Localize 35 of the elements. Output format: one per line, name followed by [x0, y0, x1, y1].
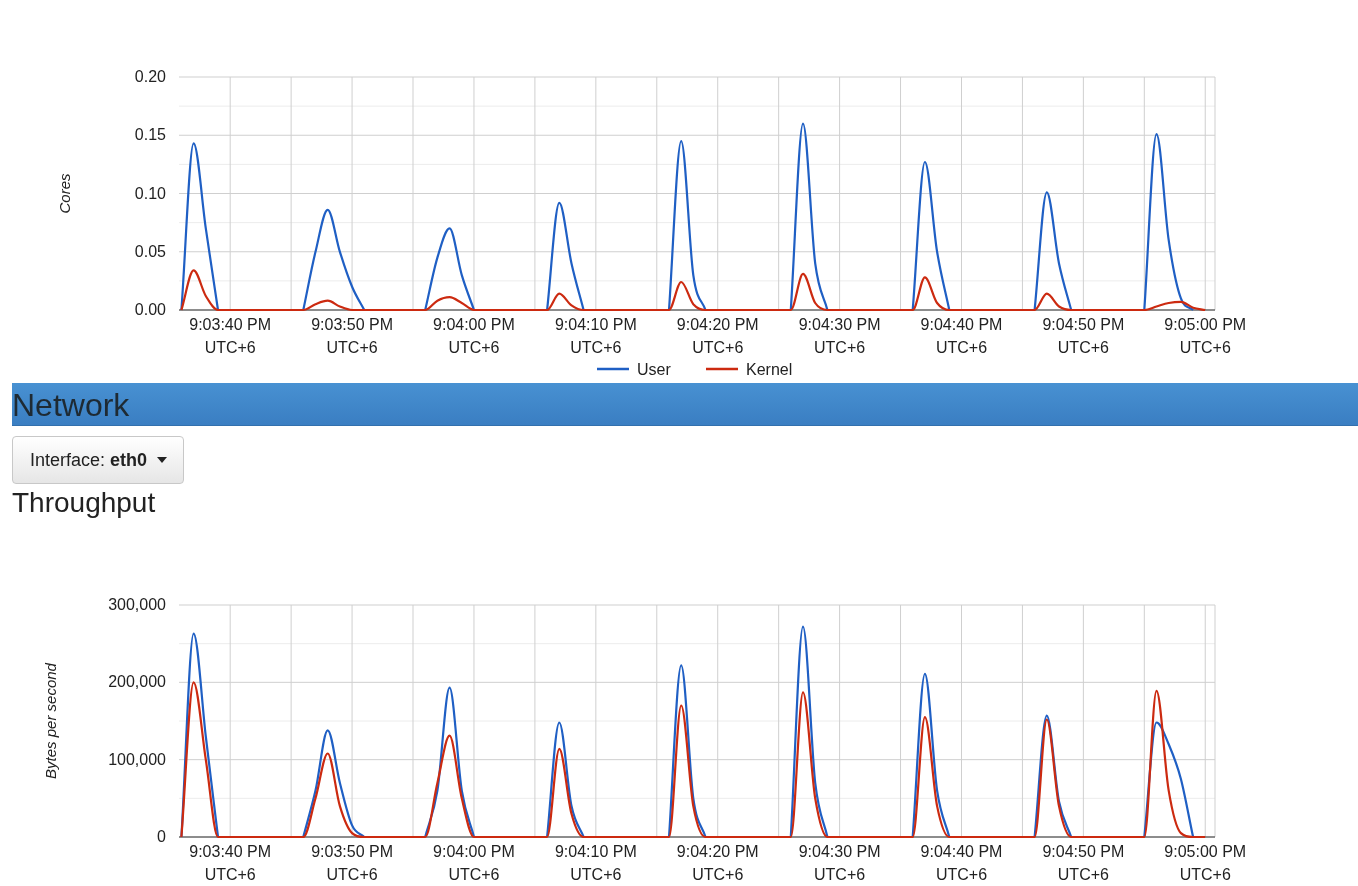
legend-label: Kernel: [746, 361, 793, 378]
axis-tick-label: 9:03:40 PM UTC+6: [189, 843, 272, 883]
interface-dropdown-button[interactable]: Interface: eth0: [12, 436, 185, 484]
axis-tick-label: 0.10: [134, 184, 166, 202]
axis-tick-label: 9:04:10 PM UTC+6: [554, 843, 637, 883]
axis-title: Bytes per second: [42, 663, 59, 779]
axis-tick-label: 9:04:50 PM UTC+6: [1042, 843, 1125, 883]
axis-tick-label: 9:03:50 PM UTC+6: [311, 316, 393, 356]
axis-tick-label: 9:04:10 PM UTC+6: [554, 316, 637, 356]
axis-tick-label: 100,000: [108, 750, 166, 768]
axis-tick-label: 9:04:30 PM UTC+6: [798, 843, 881, 883]
caret-icon: [157, 457, 168, 463]
axis-tick-label: 0.00: [134, 301, 166, 318]
section-header: Network: [12, 383, 1358, 426]
axis-tick-label: 9:04:30 PM UTC+6: [798, 316, 881, 356]
legend-label: User: [637, 361, 671, 378]
axis-tick-label: 9:05:00 PM UTC+6: [1164, 316, 1247, 356]
axis-tick-label: 0.20: [134, 68, 166, 85]
axis-tick-label: 9:04:00 PM UTC+6: [433, 843, 515, 883]
axis-tick-label: 200,000: [108, 673, 166, 691]
axis-tick-label: 9:04:40 PM UTC+6: [920, 843, 1003, 883]
section-title: Throughput: [12, 486, 157, 520]
axis-title: Cores: [56, 173, 73, 214]
axis-tick-label: 9:03:40 PM UTC+6: [189, 316, 272, 356]
axis-tick-label: 0.05: [134, 242, 166, 260]
axis-tick-label: 9:03:50 PM UTC+6: [311, 843, 393, 883]
axis-tick-label: 9:05:00 PM UTC+6: [1164, 843, 1247, 883]
axis-tick-label: 0.15: [134, 126, 166, 144]
axis-tick-label: 9:04:50 PM UTC+6: [1042, 316, 1125, 356]
axis-tick-label: 300,000: [108, 596, 166, 613]
axis-tick-label: 9:04:00 PM UTC+6: [433, 316, 515, 356]
axis-tick-label: 9:04:40 PM UTC+6: [920, 316, 1003, 356]
axis-tick-label: 0: [157, 828, 166, 845]
axis-tick-label: 9:04:20 PM UTC+6: [676, 316, 759, 356]
axis-tick-label: 9:04:20 PM UTC+6: [676, 843, 759, 883]
